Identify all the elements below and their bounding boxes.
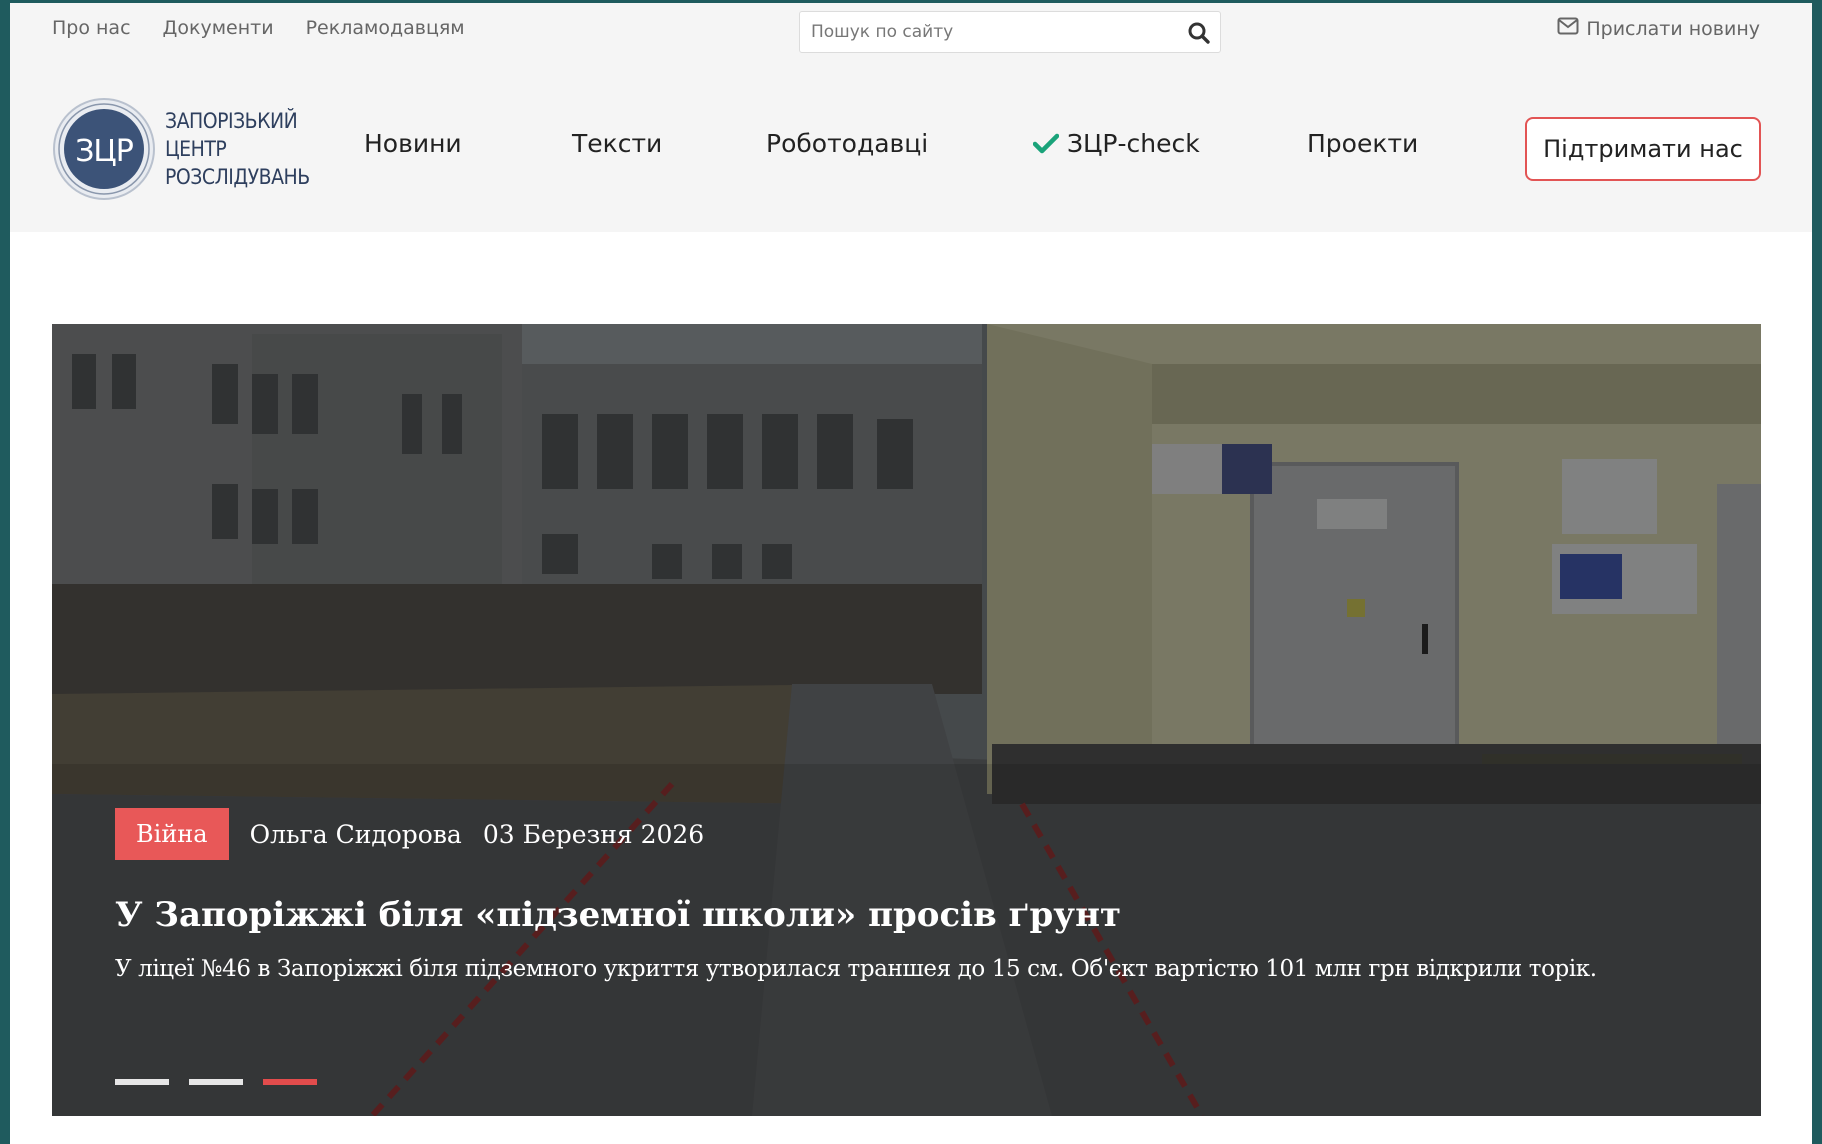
nav-texts[interactable]: Тексти: [572, 129, 662, 158]
envelope-icon: [1557, 17, 1579, 40]
link-advertisers[interactable]: Рекламодавцям: [306, 17, 465, 39]
support-button[interactable]: Підтримати нас: [1525, 117, 1761, 181]
article-date: 03 Березня 2026: [482, 819, 705, 849]
hero-image: [52, 324, 1761, 1116]
top-bar: Про нас Документи Рекламодавцям Прислати…: [10, 3, 1812, 64]
nav-check[interactable]: ЗЦР-check: [1067, 129, 1200, 158]
search-input[interactable]: [800, 12, 1170, 52]
nav-projects[interactable]: Проекти: [1307, 129, 1418, 158]
nav-news[interactable]: Новини: [364, 129, 462, 158]
hero-slider[interactable]: Війна Ольга Сидорова 03 Березня 2026 У З…: [52, 324, 1761, 1116]
page: Про нас Документи Рекламодавцям Прислати…: [10, 3, 1812, 1144]
send-news-label: Прислати новину: [1586, 17, 1760, 40]
slider-dots: [115, 1079, 317, 1085]
logo-line-3: РОЗСЛІДУВАНЬ: [165, 165, 310, 189]
hero-meta: Війна Ольга Сидорова 03 Березня 2026: [115, 808, 704, 860]
checkmark-icon: [1032, 133, 1060, 159]
link-about[interactable]: Про нас: [52, 17, 131, 39]
slider-dot-2[interactable]: [189, 1079, 243, 1085]
category-badge[interactable]: Війна: [115, 808, 229, 860]
slider-dot-3[interactable]: [263, 1079, 317, 1085]
article-author: Ольга Сидорова: [249, 819, 462, 849]
search-icon[interactable]: [1186, 20, 1212, 46]
article-lead: У ліцеї №46 в Запоріжжі біля підземного …: [115, 956, 1597, 982]
nav-employers[interactable]: Роботодавці: [766, 129, 928, 158]
article-title[interactable]: У Запоріжжі біля «підземної школи» просі…: [115, 895, 1121, 935]
send-news-link[interactable]: Прислати новину: [1557, 17, 1760, 40]
search-box: [799, 11, 1221, 53]
link-documents[interactable]: Документи: [163, 17, 274, 39]
top-links: Про нас Документи Рекламодавцям: [52, 17, 465, 39]
main-nav: Новини Тексти Роботодавці ЗЦР-check Прое…: [10, 129, 1510, 167]
slider-dot-1[interactable]: [115, 1079, 169, 1085]
main-header: ЗЦР ЗАПОРІЗЬКИЙ ЦЕНТР РОЗСЛІДУВАНЬ Новин…: [10, 63, 1812, 232]
